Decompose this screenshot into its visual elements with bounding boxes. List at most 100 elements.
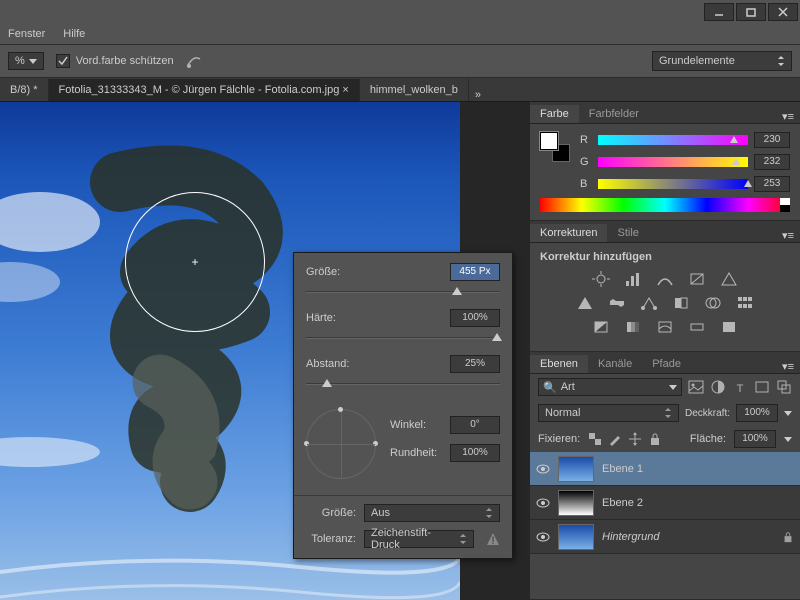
layer-opacity-input[interactable]: 100% (736, 404, 778, 422)
layer-filter-select[interactable]: 🔍Art (538, 378, 682, 396)
r-input[interactable]: 230 (754, 132, 790, 148)
vibrance-icon[interactable] (576, 295, 594, 311)
size-ctrl-select[interactable]: Aus (364, 504, 500, 522)
tab-overflow-button[interactable]: » (469, 89, 487, 101)
color-spectrum[interactable] (540, 198, 790, 212)
canvas[interactable]: Größe:455 Px Härte:100% Abstand:25% Wink… (0, 102, 530, 600)
layer-row[interactable]: Ebene 2 (530, 486, 800, 520)
eye-icon[interactable] (536, 462, 550, 476)
tab-ebenen[interactable]: Ebenen (530, 355, 588, 373)
document-tab[interactable]: Fotolia_31333343_M - © Jürgen Fälchle - … (49, 79, 360, 101)
layer-thumbnail[interactable] (558, 456, 594, 482)
tab-label: himmel_wolken_b (370, 84, 458, 96)
lock-all-icon[interactable] (648, 432, 662, 446)
tab-label: Fotolia_31333343_M - © Jürgen Fälchle - … (59, 84, 349, 96)
size-input[interactable]: 455 Px (450, 263, 500, 281)
selective-icon[interactable] (720, 319, 738, 335)
g-slider[interactable] (598, 157, 748, 167)
b-input[interactable]: 253 (754, 176, 790, 192)
layer-name: Hintergrund (602, 531, 659, 543)
panel-menu-icon[interactable]: ▾≡ (776, 110, 800, 123)
layer-fill-input[interactable]: 100% (734, 430, 776, 448)
opacity-dropdown[interactable]: % (8, 52, 44, 70)
hardness-slider[interactable] (306, 329, 500, 345)
spacing-slider[interactable] (306, 375, 500, 391)
filter-value: Art (561, 381, 575, 393)
angle-input[interactable]: 0° (450, 416, 500, 434)
color-swatches[interactable] (540, 132, 570, 162)
roundness-input[interactable]: 100% (450, 444, 500, 462)
panel-menu-icon[interactable]: ▾≡ (776, 360, 800, 373)
r-slider[interactable] (598, 135, 748, 145)
layer-thumbnail[interactable] (558, 524, 594, 550)
bw-icon[interactable] (672, 295, 690, 311)
spacing-label: Abstand: (306, 358, 349, 370)
filter-adjust-icon[interactable] (710, 379, 726, 395)
roundness-label: Rundheit: (390, 447, 437, 459)
brush-options-icon[interactable] (186, 53, 204, 69)
layer-thumbnail[interactable] (558, 490, 594, 516)
tab-farbfelder[interactable]: Farbfelder (579, 105, 649, 123)
exposure-icon[interactable] (688, 271, 706, 287)
filter-text-icon[interactable]: T (732, 379, 748, 395)
layer-row[interactable]: Ebene 1 (530, 452, 800, 486)
menu-fenster[interactable]: Fenster (8, 28, 45, 40)
g-label: G (580, 156, 592, 168)
panel-menu-icon[interactable]: ▾≡ (776, 229, 800, 242)
opacity-label: Deckkraft: (685, 408, 730, 419)
channelmixer-icon[interactable] (736, 295, 754, 311)
filter-shape-icon[interactable] (754, 379, 770, 395)
workspace-label: Grundelemente (659, 55, 735, 67)
threshold-icon[interactable] (656, 319, 674, 335)
lock-position-icon[interactable] (628, 432, 642, 446)
warning-icon: ! (486, 532, 500, 546)
invert-icon[interactable] (592, 319, 610, 335)
photofilter-icon[interactable] (704, 295, 722, 311)
pct-suffix: % (15, 55, 25, 67)
chevron-down-icon[interactable] (784, 411, 792, 416)
eye-icon[interactable] (536, 530, 550, 544)
tab-korrekturen[interactable]: Korrekturen (530, 224, 607, 242)
colorbalance-icon[interactable] (640, 295, 658, 311)
hue-icon[interactable] (608, 295, 626, 311)
menu-hilfe[interactable]: Hilfe (63, 28, 85, 40)
gradientmap-icon[interactable] (688, 319, 706, 335)
angle-control[interactable] (306, 409, 376, 479)
tab-farbe[interactable]: Farbe (530, 105, 579, 123)
brightness-icon[interactable] (592, 271, 610, 287)
tab-label: B/8) * (10, 84, 38, 96)
workspace-selector[interactable]: Grundelemente (652, 51, 792, 71)
b-slider[interactable] (598, 179, 748, 189)
adjustment-icon[interactable] (720, 271, 738, 287)
blend-mode-select[interactable]: Normal (538, 404, 679, 422)
size-ctrl-label: Größe: (306, 507, 356, 519)
korr-title: Korrektur hinzufügen (540, 251, 790, 263)
curves-icon[interactable] (656, 271, 674, 287)
size-label: Größe: (306, 266, 340, 278)
document-tab[interactable]: B/8) * (0, 79, 49, 101)
filter-smart-icon[interactable] (776, 379, 792, 395)
lock-transparency-icon[interactable] (588, 432, 602, 446)
eye-icon[interactable] (536, 496, 550, 510)
tolerance-value: Zeichenstift-Druck (371, 527, 459, 551)
protect-foreground-checkbox[interactable]: Vord.farbe schützen (56, 54, 174, 68)
posterize-icon[interactable] (624, 319, 642, 335)
tab-pfade[interactable]: Pfade (642, 355, 691, 373)
spacing-input[interactable]: 25% (450, 355, 500, 373)
lock-pixels-icon[interactable] (608, 432, 622, 446)
layer-row[interactable]: Hintergrund (530, 520, 800, 554)
svg-text:T: T (737, 383, 744, 395)
levels-icon[interactable] (624, 271, 642, 287)
filter-image-icon[interactable] (688, 379, 704, 395)
tab-kanaele[interactable]: Kanäle (588, 355, 642, 373)
tolerance-select[interactable]: Zeichenstift-Druck (364, 530, 474, 548)
document-tab[interactable]: himmel_wolken_b (360, 79, 469, 101)
size-slider[interactable] (306, 283, 500, 299)
hardness-input[interactable]: 100% (450, 309, 500, 327)
close-button[interactable] (768, 3, 798, 21)
maximize-button[interactable] (736, 3, 766, 21)
g-input[interactable]: 232 (754, 154, 790, 170)
tab-stile[interactable]: Stile (607, 224, 648, 242)
chevron-down-icon[interactable] (784, 437, 792, 442)
minimize-button[interactable] (704, 3, 734, 21)
